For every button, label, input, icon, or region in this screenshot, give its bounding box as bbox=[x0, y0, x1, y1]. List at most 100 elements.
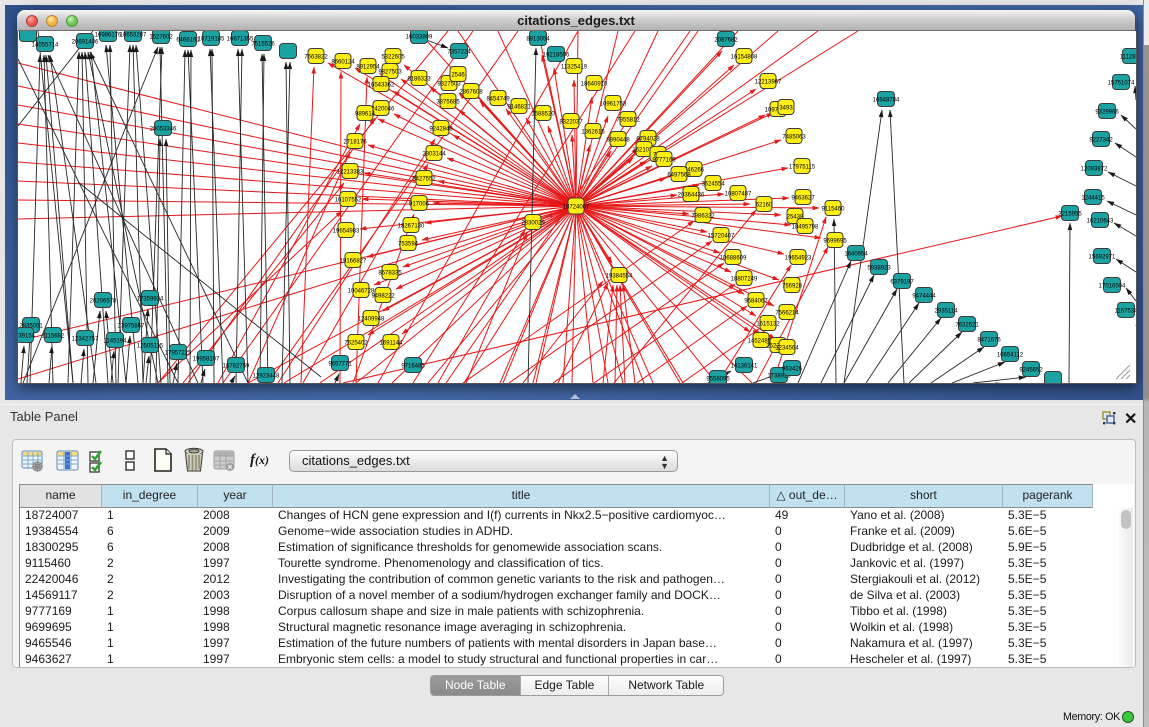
svg-text:9684067: 9684067 bbox=[744, 298, 768, 304]
svg-text:5938923: 5938923 bbox=[867, 265, 891, 271]
svg-text:14055714: 14055714 bbox=[32, 42, 59, 48]
svg-text:9657771: 9657771 bbox=[328, 361, 352, 367]
svg-text:756928: 756928 bbox=[782, 283, 803, 289]
svg-text:1112836: 1112836 bbox=[1120, 54, 1137, 60]
svg-text:1167534: 1167534 bbox=[1115, 308, 1137, 314]
svg-text:7663822: 7663822 bbox=[304, 54, 328, 60]
svg-text:9474444: 9474444 bbox=[912, 293, 936, 299]
svg-text:939154: 939154 bbox=[17, 333, 36, 339]
svg-text:8322037: 8322037 bbox=[559, 119, 583, 125]
svg-text:11325419: 11325419 bbox=[561, 64, 588, 70]
svg-text:17957225: 17957225 bbox=[165, 350, 192, 356]
svg-text:19654983: 19654983 bbox=[333, 228, 360, 234]
svg-text:9558095: 9558095 bbox=[706, 376, 730, 382]
svg-text:9245652: 9245652 bbox=[1019, 367, 1043, 373]
svg-text:2867608: 2867608 bbox=[459, 89, 483, 95]
svg-text:17359924: 17359924 bbox=[137, 296, 164, 302]
svg-text:9777169: 9777169 bbox=[652, 157, 676, 163]
svg-text:18807249: 18807249 bbox=[731, 276, 758, 282]
svg-text:1527602: 1527602 bbox=[149, 34, 173, 40]
svg-text:9146821: 9146821 bbox=[507, 104, 531, 110]
svg-text:12342757: 12342757 bbox=[72, 336, 99, 342]
svg-text:19166827: 19166827 bbox=[340, 258, 367, 264]
svg-text:1588520: 1588520 bbox=[531, 111, 555, 117]
svg-text:16210643: 16210643 bbox=[1087, 218, 1114, 224]
svg-text:18640910: 18640910 bbox=[581, 81, 608, 87]
svg-text:16648784: 16648784 bbox=[873, 97, 900, 103]
svg-text:8912954: 8912954 bbox=[356, 64, 380, 70]
svg-text:3875685: 3875685 bbox=[436, 99, 460, 105]
svg-text:2803144: 2803144 bbox=[422, 151, 446, 157]
svg-text:19654923: 19654923 bbox=[785, 255, 812, 261]
svg-text:8660124: 8660124 bbox=[331, 59, 355, 65]
svg-text:10719185: 10719185 bbox=[198, 36, 225, 42]
svg-text:15720407: 15720407 bbox=[708, 233, 735, 239]
svg-text:9327503: 9327503 bbox=[437, 81, 461, 87]
svg-text:19958107: 19958107 bbox=[193, 356, 220, 362]
svg-text:3215955: 3215955 bbox=[1058, 211, 1082, 217]
svg-text:9827503: 9827503 bbox=[378, 69, 402, 75]
svg-text:10807487: 10807487 bbox=[725, 191, 752, 197]
svg-text:1145194: 1145194 bbox=[104, 338, 128, 344]
svg-text:16986176: 16986176 bbox=[95, 32, 122, 38]
svg-text:16033809: 16033809 bbox=[406, 34, 433, 40]
svg-text:12213383: 12213383 bbox=[337, 169, 364, 175]
svg-text:10654112: 10654112 bbox=[997, 352, 1024, 358]
svg-text:12505115: 12505115 bbox=[137, 343, 164, 349]
svg-text:7955812: 7955812 bbox=[616, 117, 640, 123]
svg-text:12409948: 12409948 bbox=[358, 316, 385, 322]
svg-text:1362615: 1362615 bbox=[581, 129, 605, 135]
svg-text:7515526: 7515526 bbox=[251, 41, 275, 47]
svg-text:989614: 989614 bbox=[355, 111, 376, 117]
svg-text:20053346: 20053346 bbox=[150, 126, 177, 132]
svg-text:753594: 753594 bbox=[398, 241, 419, 247]
svg-text:9699695: 9699695 bbox=[823, 238, 847, 244]
svg-text:8471676: 8471676 bbox=[977, 337, 1001, 343]
svg-text:1691144: 1691144 bbox=[380, 340, 404, 346]
svg-text:2087682: 2087682 bbox=[714, 37, 738, 43]
svg-text:7986322: 7986322 bbox=[691, 213, 715, 219]
svg-text:15751074: 15751074 bbox=[1108, 80, 1135, 86]
svg-text:12093872: 12093872 bbox=[1081, 166, 1108, 172]
svg-text:20206578: 20206578 bbox=[90, 298, 117, 304]
svg-text:963426: 963426 bbox=[782, 366, 803, 372]
svg-text:16154808: 16154808 bbox=[731, 54, 758, 60]
svg-text:18267130: 18267130 bbox=[398, 223, 425, 229]
svg-text:8186323: 8186323 bbox=[407, 76, 431, 82]
svg-text:3624554: 3624554 bbox=[701, 181, 725, 187]
svg-text:9227342: 9227342 bbox=[1089, 137, 1113, 143]
svg-text:10653287: 10653287 bbox=[120, 32, 147, 38]
svg-text:9329966: 9329966 bbox=[1095, 109, 1119, 115]
svg-text:6379197: 6379197 bbox=[890, 279, 914, 285]
svg-text:7632621: 7632621 bbox=[955, 322, 979, 328]
svg-text:2546: 2546 bbox=[451, 72, 465, 78]
svg-text:3493: 3493 bbox=[779, 105, 793, 111]
svg-text:7566214: 7566214 bbox=[775, 310, 799, 316]
svg-text:2718176: 2718176 bbox=[343, 139, 367, 145]
svg-text:15692971: 15692971 bbox=[1089, 254, 1116, 260]
svg-text:1115682: 1115682 bbox=[42, 333, 65, 339]
svg-text:6497568: 6497568 bbox=[667, 172, 691, 178]
svg-text:8990448: 8990448 bbox=[606, 137, 630, 143]
svg-text:9115460: 9115460 bbox=[822, 206, 846, 212]
svg-text:9498222: 9498222 bbox=[371, 293, 395, 299]
svg-text:7485063: 7485063 bbox=[782, 134, 806, 140]
svg-text:1244415: 1244415 bbox=[1081, 195, 1105, 201]
svg-text:8813054: 8813054 bbox=[526, 36, 550, 42]
svg-text:5322605: 5322605 bbox=[381, 54, 405, 60]
svg-text:18495798: 18495798 bbox=[792, 224, 819, 230]
svg-text:16107552: 16107552 bbox=[335, 197, 362, 203]
svg-text:9242848: 9242848 bbox=[429, 126, 453, 132]
svg-text:19384554: 19384554 bbox=[606, 273, 633, 279]
svg-text:7357224: 7357224 bbox=[447, 49, 471, 55]
svg-text:1234564: 1234564 bbox=[775, 345, 799, 351]
svg-text:2830029: 2830029 bbox=[521, 220, 545, 226]
svg-text:18724007: 18724007 bbox=[563, 204, 590, 210]
svg-text:10961758: 10961758 bbox=[600, 101, 627, 107]
svg-text:17016504: 17016504 bbox=[1099, 283, 1126, 289]
svg-text:9716485: 9716485 bbox=[401, 363, 425, 369]
svg-text:20364436: 20364436 bbox=[678, 192, 705, 198]
svg-text:23975867: 23975867 bbox=[118, 323, 145, 329]
svg-text:12213967: 12213967 bbox=[755, 79, 782, 85]
svg-text:17975115: 17975115 bbox=[789, 164, 816, 170]
